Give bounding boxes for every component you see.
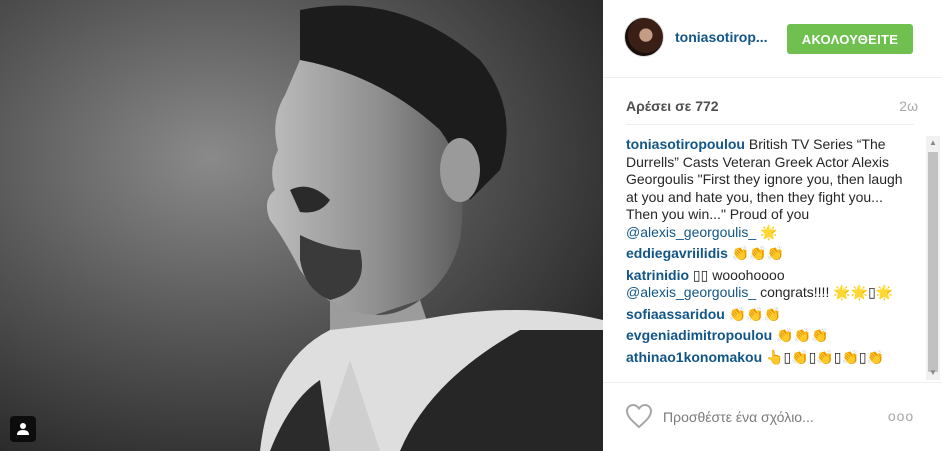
- comment-text: 👆▯👏▯👏▯👏▯👏: [762, 348, 885, 365]
- comment-item: athinao1konomakou 👆▯👏▯👏▯👏▯👏: [626, 349, 914, 367]
- comment-text-tail: 🌟: [756, 223, 778, 240]
- comment-mention[interactable]: @alexis_georgoulis_: [626, 224, 756, 240]
- comment-author[interactable]: katrinidio: [626, 267, 689, 283]
- comment-item: toniasotiropoulou British TV Series “The…: [626, 136, 914, 241]
- comment-text: ▯▯ wooohoooo: [689, 266, 785, 283]
- post-age: 2ω: [899, 98, 918, 114]
- comment-author[interactable]: sofiaassaridou: [626, 306, 725, 322]
- comment-author[interactable]: evgeniadimitropoulou: [626, 327, 772, 343]
- comment-text-tail: congrats!!!! 🌟🌟▯🌟: [756, 284, 894, 300]
- avatar[interactable]: [624, 17, 664, 57]
- comments-scrollbar[interactable]: ▲ ▼: [926, 136, 940, 380]
- follow-button[interactable]: ΑΚΟΛΟΥΘΕΙΤΕ: [787, 24, 913, 54]
- comment-text: 👏👏👏: [724, 305, 782, 322]
- post-details-panel: toniasotirop... ΑΚΟΛΟΥΘΕΙΤΕ Αρέσει σε 77…: [603, 0, 942, 451]
- divider: [626, 124, 914, 125]
- comment-item: eddiegavriilidis 👏👏👏: [626, 245, 914, 263]
- comment-text: 👏👏👏: [727, 245, 785, 261]
- comment-author[interactable]: toniasotiropoulou: [626, 136, 745, 152]
- post-header: toniasotirop... ΑΚΟΛΟΥΘΕΙΤΕ: [603, 0, 942, 78]
- comment-item: sofiaassaridou 👏👏👏: [626, 306, 914, 324]
- user-tag-button[interactable]: [10, 416, 36, 442]
- likes-count[interactable]: Αρέσει σε 772: [626, 98, 719, 114]
- scrollbar-thumb[interactable]: [928, 152, 938, 372]
- person-icon: [17, 423, 29, 435]
- comment-mention[interactable]: @alexis_georgoulis_: [626, 284, 756, 300]
- comment-item: katrinidio ▯▯ wooohoooo @alexis_georgoul…: [626, 267, 914, 302]
- scroll-up-arrow-icon[interactable]: ▲: [926, 136, 940, 150]
- post-photo: [0, 0, 603, 451]
- heart-outline-icon[interactable]: [625, 403, 653, 429]
- scroll-down-arrow-icon[interactable]: ▼: [926, 366, 940, 380]
- comments-list: toniasotiropoulou British TV Series “The…: [626, 136, 914, 380]
- comment-author[interactable]: athinao1konomakou: [626, 349, 762, 365]
- comment-item: evgeniadimitropoulou 👏👏👏: [626, 327, 914, 345]
- ellipsis-icon[interactable]: ooo: [886, 403, 916, 429]
- comment-footer: ooo: [603, 382, 942, 451]
- comment-text: 👏👏👏: [772, 327, 829, 343]
- username-link[interactable]: toniasotirop...: [675, 29, 768, 45]
- portrait-image: [0, 0, 603, 451]
- comment-author[interactable]: eddiegavriilidis: [626, 245, 728, 261]
- comment-input[interactable]: [661, 403, 875, 431]
